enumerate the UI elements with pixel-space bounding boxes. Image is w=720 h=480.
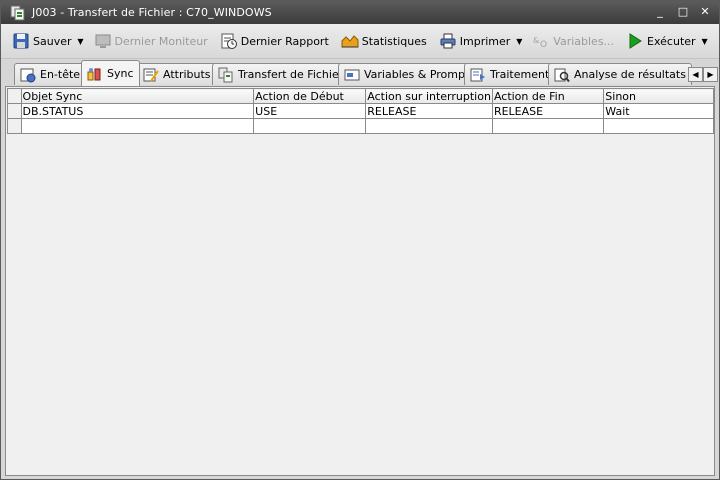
statistics-button[interactable]: Statistiques xyxy=(338,29,430,53)
table-cell[interactable] xyxy=(253,118,367,134)
table-cell[interactable] xyxy=(365,118,493,134)
tab-attributes[interactable]: Attributs xyxy=(137,63,217,85)
variables-icon: & O xyxy=(533,36,547,50)
sync-icon xyxy=(87,67,101,80)
file-transfer-icon xyxy=(218,67,233,82)
statistics-chart-icon xyxy=(341,35,359,48)
table-cell[interactable] xyxy=(603,118,714,134)
tab-label: Attributs xyxy=(163,68,211,81)
window-title: J003 - Transfert de Fichier : C70_WINDOW… xyxy=(32,6,272,19)
sync-panel: Objet Sync Action de Début Action sur in… xyxy=(5,86,715,476)
tab-label: Analyse de résultats xyxy=(574,68,686,81)
save-button[interactable]: Sauver xyxy=(9,29,75,53)
table-cell[interactable]: DB.STATUS xyxy=(20,103,255,119)
tab-label: Sync xyxy=(107,67,134,80)
toolbar: Sauver ▼ Dernier Moniteur Dernier Rappor… xyxy=(1,24,719,59)
table-cell[interactable]: USE xyxy=(253,103,367,119)
svg-text:O: O xyxy=(540,40,547,50)
close-button[interactable]: ✕ xyxy=(698,5,712,19)
play-icon xyxy=(629,33,642,49)
statistics-label: Statistiques xyxy=(361,34,427,48)
printer-icon xyxy=(440,33,456,49)
column-header[interactable]: Objet Sync xyxy=(20,88,255,104)
print-dropdown-arrow[interactable]: ▼ xyxy=(513,29,525,53)
tab-processing[interactable]: Traitement xyxy=(464,63,556,85)
tab-scroll-left-button[interactable]: ◀ xyxy=(688,67,703,82)
tab-file-transfer[interactable]: Transfert de Fichier xyxy=(212,63,350,85)
svg-text:&: & xyxy=(533,36,539,45)
job-window: J003 - Transfert de Fichier : C70_WINDOW… xyxy=(0,0,720,480)
tab-sync[interactable]: Sync xyxy=(81,60,140,86)
report-clock-icon xyxy=(221,33,237,49)
analysis-icon xyxy=(554,68,570,82)
row-header[interactable] xyxy=(7,118,22,134)
tab-label: En-tête xyxy=(40,68,81,81)
row-header[interactable] xyxy=(7,103,22,119)
table-header-row: Objet Sync Action de Début Action sur in… xyxy=(7,88,714,104)
title-bar[interactable]: J003 - Transfert de Fichier : C70_WINDOW… xyxy=(1,1,719,24)
maximize-button[interactable]: □ xyxy=(676,5,690,19)
tab-label: Traitement xyxy=(490,68,550,81)
variables-label: Variables... xyxy=(553,34,615,48)
print-button[interactable]: Imprimer xyxy=(436,29,514,53)
column-header[interactable]: Action sur interruption xyxy=(365,88,493,104)
header-icon xyxy=(20,68,36,82)
save-dropdown-arrow[interactable]: ▼ xyxy=(75,29,87,53)
column-header[interactable]: Action de Fin xyxy=(491,88,605,104)
job-icon xyxy=(10,5,25,20)
floppy-disk-icon xyxy=(13,33,29,49)
table-row[interactable] xyxy=(7,118,714,134)
table-cell[interactable]: Wait xyxy=(603,103,714,119)
last-report-label: Dernier Rapport xyxy=(240,34,329,48)
table-cell[interactable]: RELEASE xyxy=(365,103,493,119)
last-monitor-label: Dernier Moniteur xyxy=(114,34,208,48)
processing-icon xyxy=(470,68,485,81)
minimize-button[interactable]: _ xyxy=(653,5,667,19)
last-monitor-button[interactable]: Dernier Moniteur xyxy=(91,29,211,53)
attributes-icon xyxy=(143,68,159,82)
column-header[interactable]: Sinon xyxy=(603,88,714,104)
save-label: Sauver xyxy=(33,34,72,48)
tab-scroll-right-button[interactable]: ▶ xyxy=(703,67,718,82)
column-header[interactable]: Action de Début xyxy=(253,88,367,104)
execute-button[interactable]: Exécuter xyxy=(623,29,699,53)
tab-header[interactable]: En-tête xyxy=(14,63,87,85)
variables-prompts-icon xyxy=(344,69,360,80)
table-cell[interactable]: RELEASE xyxy=(491,103,605,119)
execute-dropdown-arrow[interactable]: ▼ xyxy=(699,29,711,53)
tab-label: Variables & Prompts xyxy=(364,68,476,81)
table-cell[interactable] xyxy=(491,118,605,134)
corner-cell xyxy=(7,88,22,104)
execute-label: Exécuter xyxy=(647,34,696,48)
table-cell[interactable] xyxy=(20,118,255,134)
tab-variables-prompts[interactable]: Variables & Prompts xyxy=(338,63,482,85)
tab-label: Transfert de Fichier xyxy=(238,68,344,81)
print-label: Imprimer xyxy=(459,34,511,48)
table-row[interactable]: DB.STATUS USE RELEASE RELEASE Wait xyxy=(7,103,714,119)
tab-bar: En-tête Sync Attributs Transfert de Fich… xyxy=(1,59,719,86)
monitor-icon xyxy=(95,34,110,48)
sync-table: Objet Sync Action de Début Action sur in… xyxy=(7,88,714,134)
variables-button[interactable]: & O Variables... xyxy=(529,29,617,53)
tab-result-analysis[interactable]: Analyse de résultats xyxy=(548,63,692,85)
last-report-button[interactable]: Dernier Rapport xyxy=(217,29,332,53)
